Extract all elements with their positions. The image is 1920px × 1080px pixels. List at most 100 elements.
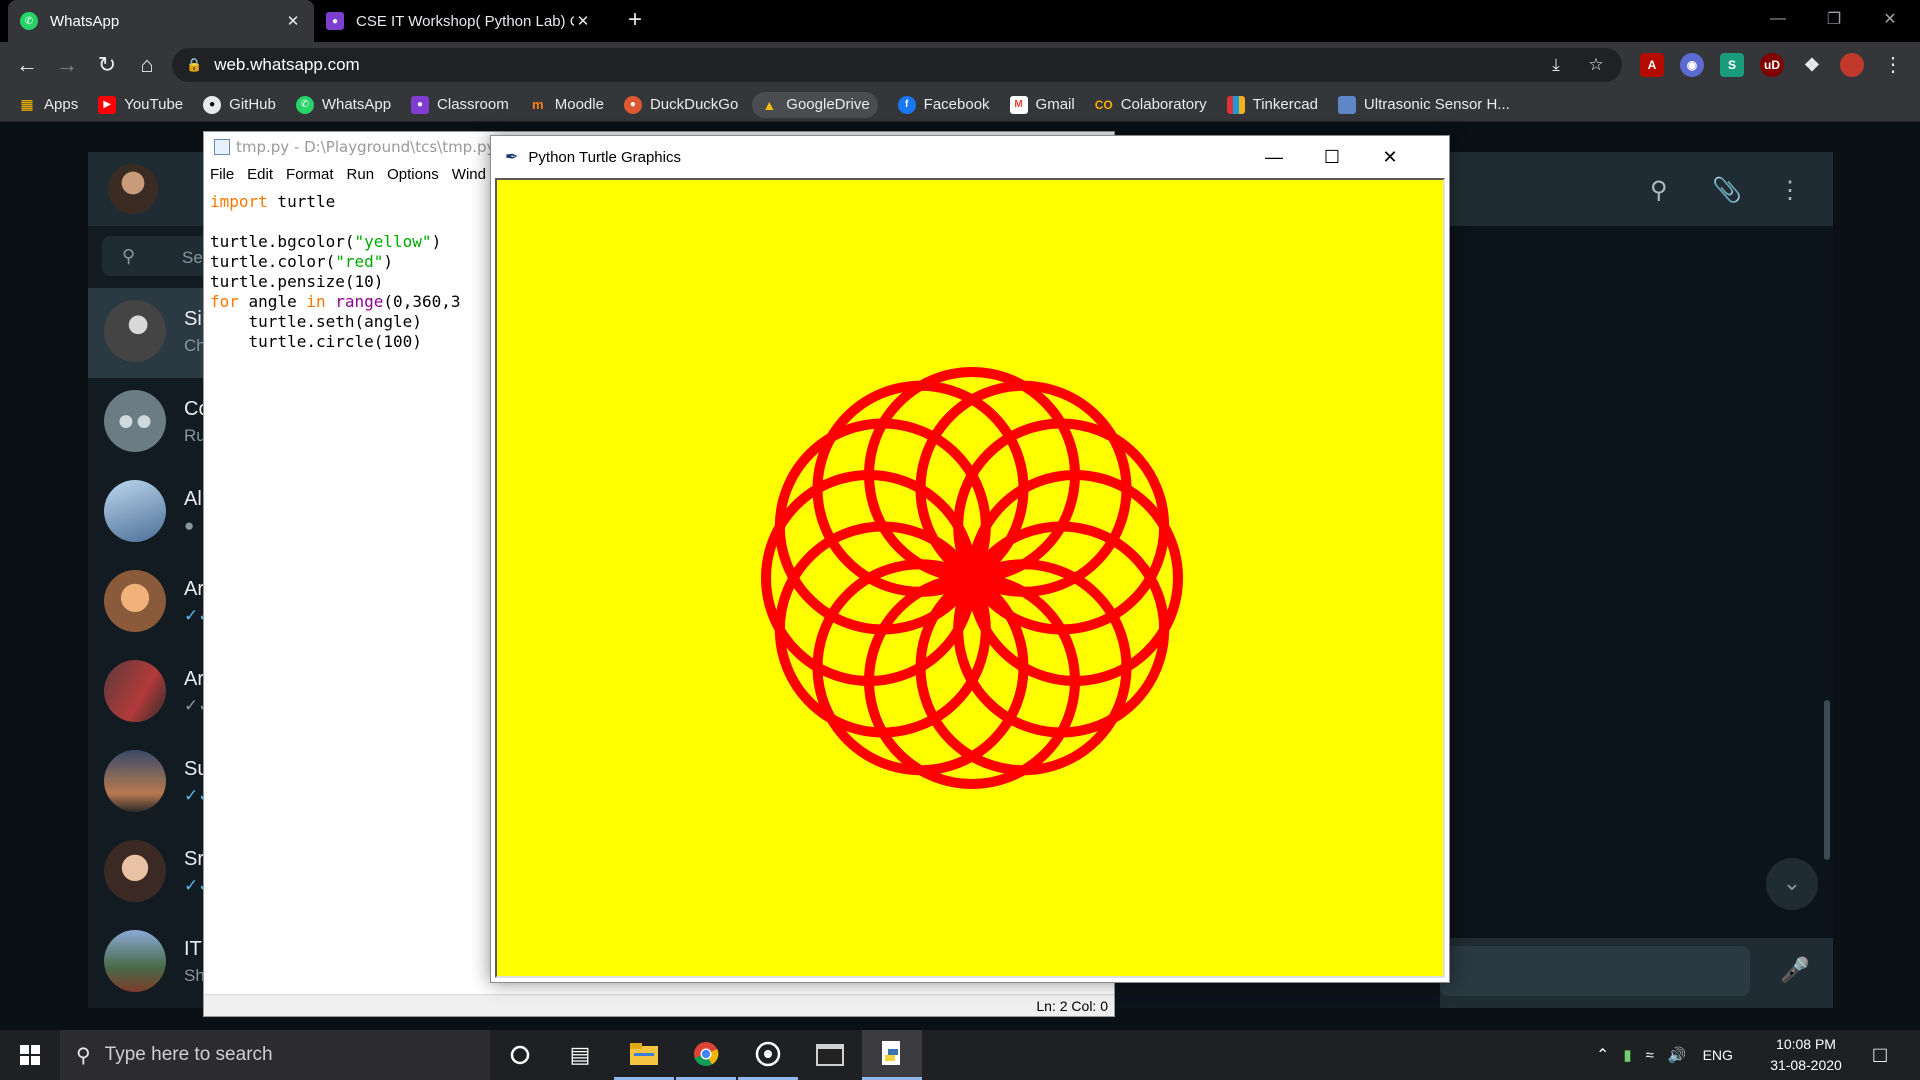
terminal-icon[interactable] [800,1030,860,1080]
puzzle-icon[interactable]: ❖ [1800,53,1824,77]
bookmark-facebook[interactable]: f Facebook [897,95,990,114]
code-line[interactable]: for angle in range(0,360,3 [210,292,460,312]
menu-file[interactable]: File [210,166,234,188]
battery-icon[interactable]: ▮ [1623,1046,1631,1064]
clock-time: 10:08 PM [1776,1036,1836,1052]
code-line[interactable]: turtle.color("red") [210,252,460,272]
task-view-icon[interactable]: ▤ [550,1030,610,1080]
my-avatar[interactable] [108,164,158,214]
notifications-icon[interactable]: □ [1850,1030,1910,1080]
wifi-icon[interactable]: ≈ [1646,1047,1654,1064]
obs-icon[interactable] [738,1030,798,1080]
taskbar-search-box[interactable]: ⚲ Type here to search [60,1030,490,1080]
close-tab-icon[interactable]: ✕ [574,12,592,30]
bookmark-tinkercad[interactable]: Tinkercad [1226,95,1318,114]
tinkercad-icon [1226,95,1245,114]
message-input[interactable] [1440,946,1750,996]
chrome-icon[interactable] [676,1030,736,1080]
menu-edit[interactable]: Edit [247,166,273,188]
maximize-button[interactable]: ☐ [1303,136,1361,178]
bookmark-gmail[interactable]: M Gmail [1009,95,1075,114]
bookmark-apps[interactable]: ▦ Apps [18,96,78,114]
tab-whatsapp[interactable]: ✆ WhatsApp ✕ [8,0,314,42]
back-button[interactable]: ← [12,50,42,80]
lock-icon[interactable]: 🔒 [186,57,202,73]
restore-button[interactable]: ❐ [1806,0,1862,38]
code-line[interactable]: turtle.seth(angle) [210,312,460,332]
taskbar-clock[interactable]: 10:08 PM 31-08-2020 [1762,1034,1850,1076]
bookmark-classroom[interactable]: ● Classroom [411,95,509,114]
language-indicator[interactable]: ENG [1703,1047,1733,1063]
close-tab-icon[interactable]: ✕ [284,12,302,30]
menu-run[interactable]: Run [347,166,375,188]
scroll-down-button[interactable]: ⌄ [1766,858,1818,910]
search-icon: ⚲ [76,1044,91,1067]
duckduckgo-icon: ● [623,95,642,114]
menu-window[interactable]: Wind [452,166,486,188]
tab-title: CSE IT Workshop( Python Lab) CS [356,12,574,30]
bookmark-duckduckgo[interactable]: ● DuckDuckGo [623,95,738,114]
bookmark-whatsapp[interactable]: ✆ WhatsApp [295,95,391,114]
menu-icon[interactable]: ⋮ [1778,176,1802,205]
minimize-button[interactable]: — [1245,136,1303,178]
extension-icon[interactable]: ◉ [1680,53,1704,77]
bookmark-star-icon[interactable]: ☆ [1584,55,1608,75]
code-line[interactable]: turtle.circle(100) [210,332,460,352]
chat-name: Sr [184,848,204,870]
windows-logo-icon [20,1045,40,1065]
menu-options[interactable]: Options [387,166,439,188]
home-button[interactable]: ⌂ [132,50,162,80]
bookmark-colaboratory[interactable]: CO Colaboratory [1095,96,1207,114]
chat-name: IT [184,938,202,960]
code-token: turtle.pensize(10) [210,272,384,291]
file-explorer-icon[interactable] [614,1030,674,1080]
code-line[interactable] [210,212,460,232]
reload-button[interactable]: ↻ [92,50,122,80]
conversation-header [1440,152,1833,226]
ublock-icon[interactable]: uD [1760,53,1784,77]
tab-cse-workshop[interactable]: ● CSE IT Workshop( Python Lab) CS ✕ [314,0,604,42]
tray-expand-icon[interactable]: ⌃ [1596,1045,1609,1065]
bookmark-github[interactable]: ● GitHub [203,95,276,114]
python-idle-icon[interactable] [862,1030,922,1080]
minimize-button[interactable]: — [1750,0,1806,38]
turtle-canvas[interactable] [495,178,1445,978]
feather-icon: ✒ [505,149,519,166]
code-line[interactable]: import turtle [210,192,460,212]
search-icon[interactable]: ⚲ [1650,176,1668,205]
new-tab-button[interactable]: + [620,6,650,36]
volume-icon[interactable]: 🔊 [1668,1046,1687,1064]
close-window-button[interactable]: ✕ [1862,0,1918,38]
s-extension-icon[interactable]: S [1720,53,1744,77]
classroom-icon: ● [411,95,430,114]
code-token: turtle.circle(100) [210,332,422,351]
code-line[interactable]: turtle.pensize(10) [210,272,460,292]
bookmark-youtube[interactable]: ▶ YouTube [98,95,183,114]
idle-status-bar: Ln: 2 Col: 0 [204,994,1114,1016]
windows-start-button[interactable] [0,1030,60,1080]
microphone-icon[interactable]: 🎤 [1780,956,1810,985]
menu-icon[interactable]: ⋮ [1878,50,1908,80]
conversation-scrollbar[interactable] [1824,700,1830,860]
install-icon[interactable]: ⤓ [1544,55,1568,75]
code-line[interactable]: turtle.bgcolor("yellow") [210,232,460,252]
chat-name: Ar [184,578,204,600]
close-window-button[interactable]: ✕ [1361,136,1419,178]
taskbar-search-placeholder: Type here to search [104,1044,273,1065]
colab-icon: CO [1094,97,1113,112]
avatar [104,750,166,812]
chat-search-placeholder: Se [182,248,203,267]
pdf-extension-icon[interactable]: A [1640,53,1664,77]
attach-icon[interactable]: 📎 [1712,176,1742,205]
bookmark-moodle[interactable]: m Moodle [529,96,604,114]
forward-button[interactable]: → [52,50,82,80]
bookmark-googledrive[interactable]: ▲ GoogleDrive [752,91,878,118]
menu-format[interactable]: Format [286,166,334,188]
cortana-icon[interactable] [490,1030,550,1080]
bookmark-ultrasonic-sensor[interactable]: Ultrasonic Sensor H... [1337,95,1510,114]
address-bar[interactable]: 🔒 web.whatsapp.com ⤓ ☆ [172,48,1622,82]
profile-avatar[interactable] [1840,53,1864,77]
url-text[interactable]: web.whatsapp.com [214,55,1528,75]
code-editor[interactable]: import turtle turtle.bgcolor("yellow") tur… [210,192,460,352]
